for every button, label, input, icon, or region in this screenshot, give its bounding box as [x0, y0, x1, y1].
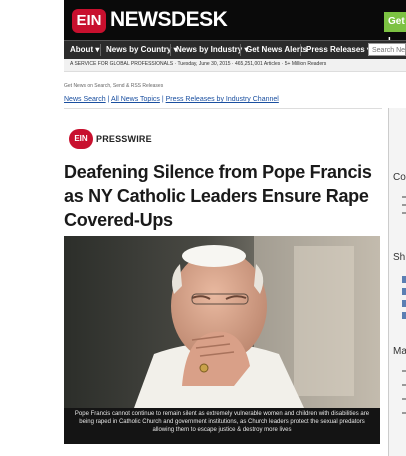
share-icon[interactable] — [402, 300, 406, 307]
nav-news-by-country[interactable]: News by Country ▾ — [106, 41, 178, 59]
nav-divider — [100, 44, 101, 56]
breadcrumb[interactable]: Get News on Search, Send & RSS Releases — [64, 83, 163, 89]
sidebar-text-line — [402, 412, 406, 414]
article-photo — [64, 236, 380, 408]
divider — [64, 108, 382, 109]
ein-logo-badge[interactable]: EIN — [72, 9, 106, 33]
newsdesk-logo-text[interactable]: NEWSDESK — [110, 8, 228, 32]
news-search-link[interactable]: News Search — [64, 96, 106, 103]
pope-photo-illustration — [64, 236, 380, 408]
sidebar-heading-more: Ma — [393, 346, 406, 357]
presswire-label: PRESSWIRE — [96, 134, 152, 144]
sidebar-heading-share: Sh — [393, 252, 406, 263]
nav-divider — [240, 44, 241, 56]
site-header: EIN NEWSDESK Get I — [64, 0, 406, 47]
nav-get-news-alerts[interactable]: Get News Alerts — [246, 41, 307, 59]
sidebar-text-line — [402, 384, 406, 386]
main-nav: About ▾ News by Country ▾ News by Indust… — [64, 40, 406, 59]
share-icon[interactable] — [402, 276, 406, 283]
search-input[interactable]: Search Ne — [368, 43, 406, 56]
tagline-text: A SERVICE FOR GLOBAL PROFESSIONALS · Tue… — [70, 61, 327, 67]
sidebar-text-line — [402, 398, 406, 400]
photo-caption: Pope Francis cannot continue to remain s… — [64, 408, 380, 444]
topic-links: News Search | All News Topics | Press Re… — [64, 96, 279, 103]
nav-about[interactable]: About ▾ — [70, 41, 99, 59]
sidebar-text-line — [402, 196, 406, 198]
article-headline: Deafening Silence from Pope Francis as N… — [64, 162, 372, 230]
sidebar-text-line — [402, 370, 406, 372]
share-icon[interactable] — [402, 312, 406, 319]
tagline-bar: A SERVICE FOR GLOBAL PROFESSIONALS · Tue… — [64, 59, 406, 72]
sidebar-heading-contact: Co — [393, 172, 406, 183]
nav-divider — [170, 44, 171, 56]
press-releases-by-industry-link[interactable]: Press Releases by Industry Channel — [166, 96, 279, 103]
nav-news-by-industry[interactable]: News by Industry ▾ — [176, 41, 248, 59]
share-icon[interactable] — [402, 288, 406, 295]
nav-press-releases[interactable]: Press Releases ▾ — [306, 41, 371, 59]
presswire-logo-badge[interactable]: EIN — [69, 129, 93, 149]
nav-divider — [300, 44, 301, 56]
sidebar-text-line — [402, 204, 406, 206]
get-news-button[interactable]: Get I — [384, 12, 406, 47]
all-news-topics-link[interactable]: All News Topics — [111, 96, 160, 103]
sidebar-text-line — [402, 212, 406, 214]
